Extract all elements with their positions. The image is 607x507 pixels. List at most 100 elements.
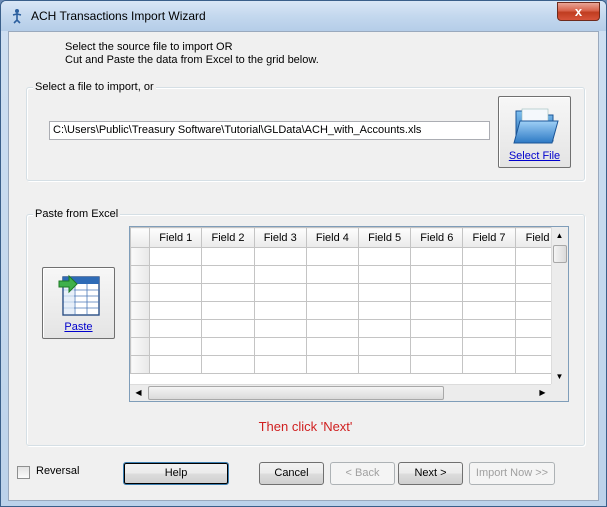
vertical-scroll-thumb[interactable] bbox=[553, 245, 567, 263]
grid-cell[interactable] bbox=[462, 355, 516, 374]
next-hint: Then click 'Next' bbox=[258, 419, 353, 434]
row-header[interactable] bbox=[130, 265, 151, 284]
grid-cell[interactable] bbox=[253, 283, 307, 302]
row-header[interactable] bbox=[130, 247, 151, 266]
grid-cell[interactable] bbox=[358, 301, 412, 320]
paste-grid[interactable]: Field 1 Field 2 Field 3 Field 4 Field 5 … bbox=[129, 226, 569, 402]
window-title: ACH Transactions Import Wizard bbox=[31, 9, 206, 23]
grid-cell[interactable] bbox=[305, 337, 360, 356]
grid-cell[interactable] bbox=[462, 319, 516, 338]
grid-cell[interactable] bbox=[410, 247, 464, 266]
scrollbar-corner bbox=[551, 384, 568, 401]
row-header[interactable] bbox=[130, 283, 151, 302]
grid-vertical-scrollbar[interactable]: ▲ ▼ bbox=[551, 227, 568, 385]
column-header[interactable]: Field 7 bbox=[462, 227, 516, 248]
back-button[interactable]: < Back bbox=[330, 462, 395, 485]
grid-cell[interactable] bbox=[149, 247, 203, 266]
file-select-group: Select a file to import, or C:\Users\Pub… bbox=[26, 81, 585, 181]
paste-group-label: Paste from Excel bbox=[33, 208, 121, 220]
grid-cell[interactable] bbox=[410, 355, 464, 374]
file-path-input[interactable]: C:\Users\Public\Treasury Software\Tutori… bbox=[49, 121, 490, 140]
grid-cell[interactable] bbox=[462, 265, 516, 284]
grid-cell[interactable] bbox=[253, 265, 307, 284]
grid-cell[interactable] bbox=[358, 337, 412, 356]
reversal-label[interactable]: Reversal bbox=[36, 465, 79, 477]
grid-corner-header bbox=[130, 227, 151, 248]
column-header[interactable]: Field 5 bbox=[358, 227, 412, 248]
grid-cell[interactable] bbox=[149, 337, 203, 356]
grid-header-row: Field 1 Field 2 Field 3 Field 4 Field 5 … bbox=[130, 227, 568, 248]
grid-cell[interactable] bbox=[410, 319, 464, 338]
grid-horizontal-scrollbar[interactable]: ◀ ▶ bbox=[130, 384, 568, 401]
file-select-group-label: Select a file to import, or bbox=[33, 81, 156, 93]
grid-cell[interactable] bbox=[410, 337, 464, 356]
grid-cell[interactable] bbox=[462, 301, 516, 320]
grid-cell[interactable] bbox=[462, 283, 516, 302]
column-header[interactable]: Field 6 bbox=[410, 227, 464, 248]
grid-table: Field 1 Field 2 Field 3 Field 4 Field 5 … bbox=[130, 227, 568, 374]
grid-cell[interactable] bbox=[305, 319, 360, 338]
column-header[interactable]: Field 2 bbox=[201, 227, 255, 248]
import-now-button[interactable]: Import Now >> bbox=[469, 462, 555, 485]
select-file-button[interactable]: Select File bbox=[498, 96, 571, 168]
row-header[interactable] bbox=[130, 319, 151, 338]
grid-cell[interactable] bbox=[149, 301, 203, 320]
scroll-left-icon[interactable]: ◀ bbox=[131, 385, 146, 400]
wizard-window: ACH Transactions Import Wizard x Select … bbox=[0, 0, 607, 507]
title-bar[interactable]: ACH Transactions Import Wizard x bbox=[1, 1, 606, 31]
grid-cell[interactable] bbox=[253, 301, 307, 320]
grid-cell[interactable] bbox=[358, 283, 412, 302]
grid-cell[interactable] bbox=[201, 265, 255, 284]
grid-cell[interactable] bbox=[305, 247, 360, 266]
folder-icon bbox=[513, 108, 559, 144]
grid-cell[interactable] bbox=[149, 355, 203, 374]
grid-cell[interactable] bbox=[149, 319, 203, 338]
next-button[interactable]: Next > bbox=[398, 462, 463, 485]
grid-cell[interactable] bbox=[410, 301, 464, 320]
grid-cell[interactable] bbox=[201, 355, 255, 374]
grid-cell[interactable] bbox=[201, 301, 255, 320]
grid-cell[interactable] bbox=[305, 301, 360, 320]
grid-cell[interactable] bbox=[358, 319, 412, 338]
grid-cell[interactable] bbox=[201, 337, 255, 356]
app-icon bbox=[12, 9, 22, 24]
grid-cell[interactable] bbox=[305, 265, 360, 284]
instruction-line-2: Cut and Paste the data from Excel to the… bbox=[65, 54, 319, 66]
column-header[interactable]: Field 3 bbox=[253, 227, 307, 248]
close-button[interactable]: x bbox=[557, 2, 600, 21]
scroll-right-icon[interactable]: ▶ bbox=[535, 385, 550, 400]
row-header[interactable] bbox=[130, 337, 151, 356]
grid-cell[interactable] bbox=[410, 265, 464, 284]
grid-cell[interactable] bbox=[410, 283, 464, 302]
paste-group: Paste from Excel Paste Field 1 Field 2 F… bbox=[26, 208, 585, 446]
row-header[interactable] bbox=[130, 355, 151, 374]
grid-cell[interactable] bbox=[149, 283, 203, 302]
column-header[interactable]: Field 4 bbox=[305, 227, 360, 248]
grid-cell[interactable] bbox=[462, 247, 516, 266]
row-header[interactable] bbox=[130, 301, 151, 320]
scroll-down-icon[interactable]: ▼ bbox=[552, 369, 567, 384]
grid-cell[interactable] bbox=[201, 319, 255, 338]
reversal-checkbox[interactable] bbox=[17, 466, 30, 479]
horizontal-scroll-thumb[interactable] bbox=[148, 386, 444, 400]
grid-cell[interactable] bbox=[253, 337, 307, 356]
grid-cell[interactable] bbox=[253, 355, 307, 374]
paste-button[interactable]: Paste bbox=[42, 267, 115, 339]
grid-cell[interactable] bbox=[305, 355, 360, 374]
grid-cell[interactable] bbox=[462, 337, 516, 356]
scroll-up-icon[interactable]: ▲ bbox=[552, 228, 567, 243]
grid-cell[interactable] bbox=[305, 283, 360, 302]
grid-row bbox=[130, 247, 568, 266]
grid-row bbox=[130, 319, 568, 338]
grid-cell[interactable] bbox=[201, 247, 255, 266]
cancel-button[interactable]: Cancel bbox=[259, 462, 324, 485]
grid-cell[interactable] bbox=[358, 355, 412, 374]
grid-cell[interactable] bbox=[253, 247, 307, 266]
grid-cell[interactable] bbox=[201, 283, 255, 302]
grid-cell[interactable] bbox=[149, 265, 203, 284]
grid-cell[interactable] bbox=[358, 247, 412, 266]
grid-cell[interactable] bbox=[253, 319, 307, 338]
column-header[interactable]: Field 1 bbox=[149, 227, 203, 248]
help-button[interactable]: Help bbox=[123, 462, 229, 485]
grid-cell[interactable] bbox=[358, 265, 412, 284]
